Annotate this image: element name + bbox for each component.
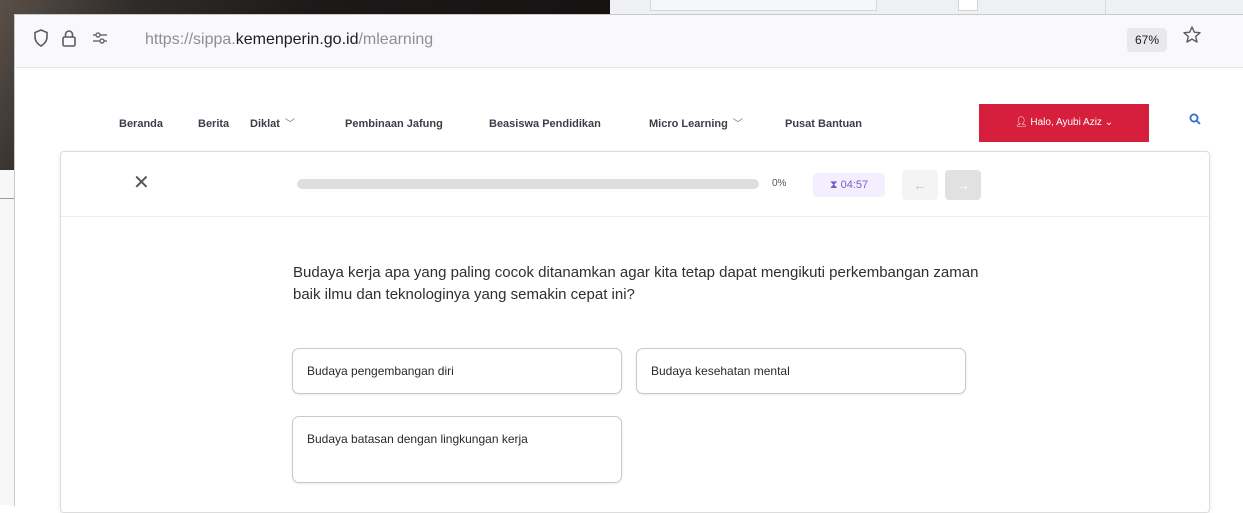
quiz-toolbar: ✕ 0% ⧗ 04:57 ← →	[61, 152, 1209, 217]
answer-option-1[interactable]: Budaya pengembangan diri	[292, 348, 622, 394]
timer-value: 04:57	[840, 179, 869, 191]
chevron-down-icon: ﹀	[732, 119, 743, 130]
url-field[interactable]: https://sippa.kemenperin.go.id/mlearning	[145, 29, 433, 51]
chevron-down-icon: ⌄	[1104, 117, 1114, 128]
timer-badge: ⧗ 04:57	[813, 173, 885, 197]
zoom-level-button[interactable]: 67%	[1127, 28, 1167, 52]
answer-option-label: Budaya pengembangan diri	[307, 364, 454, 378]
lock-icon[interactable]	[61, 29, 77, 52]
answer-option-3[interactable]: Budaya batasan dengan lingkungan kerja	[292, 416, 622, 483]
nav-pembinaan-jafung[interactable]: Pembinaan Jafung	[345, 117, 443, 131]
nav-beranda[interactable]: Beranda	[119, 117, 163, 131]
chevron-down-icon: ﹀	[284, 119, 295, 130]
quiz-panel: ✕ 0% ⧗ 04:57 ← → Budaya kerja apa yang p…	[60, 151, 1210, 513]
answer-option-label: Budaya kesehatan mental	[651, 364, 790, 378]
nav-micro-learning[interactable]: Micro Learning ﹀	[649, 117, 743, 132]
nav-pusat-bantuan[interactable]: Pusat Bantuan	[785, 117, 862, 131]
url-path: /mlearning	[358, 31, 434, 48]
close-icon[interactable]: ✕	[133, 172, 150, 194]
arrow-left-icon[interactable]: ←	[902, 170, 938, 200]
shield-icon[interactable]	[33, 29, 49, 52]
timer-icon: ⧗	[829, 179, 838, 191]
user-menu-label: Halo, Ayubi Aziz	[1030, 117, 1102, 128]
answer-option-label: Budaya batasan dengan lingkungan kerja	[307, 432, 528, 446]
bookmark-star-icon[interactable]	[1182, 25, 1202, 51]
answer-option-2[interactable]: Budaya kesehatan mental	[636, 348, 966, 394]
nav-micro-learning-label: Micro Learning	[649, 118, 728, 130]
background-left-line	[0, 198, 14, 199]
nav-berita[interactable]: Berita	[198, 117, 229, 131]
background-window-fragment-small	[958, 0, 978, 11]
search-icon[interactable]	[1189, 112, 1201, 129]
url-host: kemenperin.go.id	[235, 31, 359, 48]
arrow-right-icon[interactable]: →	[945, 170, 981, 200]
question-text: Budaya kerja apa yang paling cocok ditan…	[293, 264, 979, 303]
background-window-fragment	[650, 0, 877, 11]
progress-bar	[297, 179, 759, 189]
url-prefix: https://sippa.	[145, 31, 236, 48]
user-menu-button[interactable]: 👤︎ Halo, Ayubi Aziz ⌄	[979, 104, 1149, 142]
progress-percent: 0%	[772, 178, 787, 189]
address-bar: https://sippa.kemenperin.go.id/mlearning…	[15, 15, 1243, 68]
nav-diklat[interactable]: Diklat ﹀	[250, 117, 295, 132]
nav-beasiswa-pendidikan[interactable]: Beasiswa Pendidikan	[489, 117, 601, 131]
user-icon: 👤︎	[1014, 117, 1028, 128]
browser-window: https://sippa.kemenperin.go.id/mlearning…	[14, 14, 1243, 513]
permissions-icon[interactable]	[91, 29, 109, 52]
site-navbar: Beranda Berita Diklat ﹀ Pembinaan Jafung …	[15, 68, 1243, 152]
background-left-strip	[0, 170, 14, 505]
nav-diklat-label: Diklat	[250, 118, 280, 130]
